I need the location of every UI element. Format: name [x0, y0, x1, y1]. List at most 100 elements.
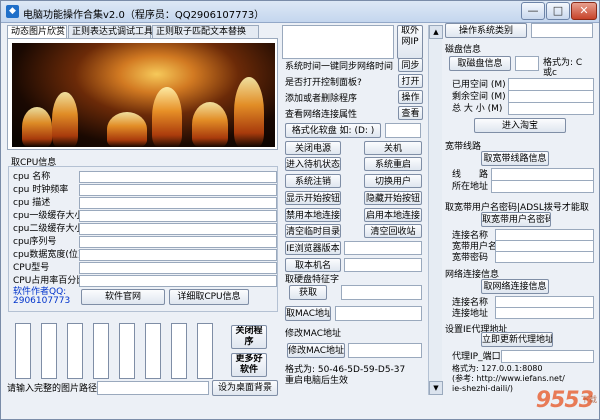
- hide-start-button[interactable]: 隐藏开始按钮: [364, 191, 422, 205]
- cpu-usage-field[interactable]: [79, 275, 277, 287]
- sync-time-text: 系统时间一键同步网络时间: [285, 62, 394, 72]
- free-space-label: 剩余空间 (M): [452, 92, 506, 102]
- cpu-model-field[interactable]: [79, 262, 277, 274]
- operate-button[interactable]: 操作: [398, 90, 423, 104]
- add-remove-text: 添加或者删除程序: [285, 94, 358, 104]
- thumbnail-box[interactable]: [197, 323, 213, 379]
- author-qq-number: 2906107773: [13, 296, 71, 306]
- cpu-l2-cache-label: cpu二级缓存大小: [13, 224, 84, 234]
- scroll-down-icon[interactable]: ▼: [429, 381, 443, 395]
- hostname-field[interactable]: [344, 258, 422, 272]
- disable-lan-button[interactable]: 禁用本地连接: [285, 208, 341, 222]
- hdd-get-button[interactable]: 获取: [289, 285, 327, 300]
- mac-group-title: 修改MAC地址: [285, 329, 342, 339]
- get-hostname-button[interactable]: 取本机名: [285, 258, 341, 272]
- line-label: 线 路: [452, 170, 489, 180]
- minimize-button[interactable]: —: [521, 2, 545, 20]
- used-space-label: 已用空间 (M): [452, 80, 506, 90]
- open-button[interactable]: 打开: [398, 74, 423, 88]
- detail-cpu-button[interactable]: 详细取CPU信息: [169, 289, 249, 305]
- tab-regex-replace[interactable]: 正则取子匹配文本替换: [152, 25, 259, 39]
- location-label: 所在地址: [452, 182, 489, 192]
- maximize-button[interactable]: □: [546, 2, 570, 20]
- os-type-field[interactable]: [531, 23, 593, 38]
- cpu-info-group: cpu 名称 cpu 时钟频率 cpu 描述 cpu一级缓存大小 cpu二级缓存…: [8, 166, 278, 312]
- more-software-button[interactable]: 更多好软件: [231, 353, 267, 377]
- standby-button[interactable]: 进入待机状态: [285, 157, 341, 171]
- cpu-serial-field[interactable]: [79, 236, 277, 248]
- ie-version-button[interactable]: IE浏览器版本: [285, 241, 341, 255]
- main-window: ◆ 电脑功能操作合集v2.0（程序员：QQ2906107773） — □ ✕ 动…: [0, 0, 600, 420]
- os-type-button[interactable]: 操作系统类别: [445, 23, 527, 38]
- disk-letter-input[interactable]: [515, 56, 539, 71]
- set-wallpaper-button[interactable]: 设为桌面背景: [212, 380, 278, 396]
- close-button[interactable]: ✕: [571, 2, 597, 20]
- broadband-account-button[interactable]: 取宽带用户名密码: [481, 212, 551, 227]
- cpu-clock-label: cpu 时钟频率: [13, 185, 69, 195]
- cpu-l2-cache-field[interactable]: [79, 223, 277, 235]
- taobao-button[interactable]: 进入淘宝: [474, 118, 566, 133]
- close-program-button[interactable]: 关闭程序: [231, 325, 267, 349]
- time-display-field[interactable]: [282, 25, 394, 59]
- cpu-desc-field[interactable]: [79, 197, 277, 209]
- power-off-button[interactable]: 关闭电源: [285, 141, 341, 155]
- location-field[interactable]: [491, 180, 594, 193]
- thumbnail-box[interactable]: [145, 323, 161, 379]
- show-start-button[interactable]: 显示开始按钮: [285, 191, 341, 205]
- official-site-button[interactable]: 软件官网: [81, 289, 165, 305]
- disk-group-title: 磁盘信息: [445, 45, 482, 55]
- cpu-serial-label: cpu序列号: [13, 237, 57, 247]
- hdd-group-title: 取硬盘特征字: [285, 275, 340, 285]
- broadband-info-button[interactable]: 取宽带线路信息: [481, 151, 549, 166]
- title-bar[interactable]: ◆ 电脑功能操作合集v2.0（程序员：QQ2906107773） — □ ✕: [1, 1, 599, 23]
- disk-info-button[interactable]: 取磁盘信息: [449, 56, 511, 71]
- ie-version-field[interactable]: [344, 241, 422, 255]
- switch-user-button[interactable]: 切换用户: [364, 174, 422, 188]
- mac-field[interactable]: [335, 306, 422, 321]
- cpu-name-label: cpu 名称: [13, 172, 51, 182]
- hdd-serial-field[interactable]: [341, 285, 422, 300]
- tab-dynamic-images[interactable]: 动态图片欣赏: [7, 25, 67, 39]
- proxy-ip-input[interactable]: [501, 350, 594, 363]
- drive-letter-input[interactable]: [385, 123, 421, 138]
- thumbnail-box[interactable]: [171, 323, 187, 379]
- broadband-pass-field[interactable]: [495, 251, 594, 263]
- total-space-field[interactable]: [508, 102, 594, 115]
- cpu-l1-cache-field[interactable]: [79, 210, 277, 222]
- new-mac-input[interactable]: [348, 343, 422, 358]
- cpu-name-field[interactable]: [79, 171, 277, 183]
- net-conn-addr-field[interactable]: [495, 307, 594, 319]
- cpu-model-label: CPU型号: [13, 263, 50, 273]
- thumbnail-box[interactable]: [119, 323, 135, 379]
- empty-recycle-button[interactable]: 清空回收站: [364, 224, 422, 238]
- shutdown-button[interactable]: 关机: [364, 141, 422, 155]
- tab-page: [7, 38, 278, 150]
- view-button[interactable]: 查看: [398, 106, 423, 120]
- image-path-input[interactable]: [97, 381, 209, 395]
- cpu-clock-field[interactable]: [79, 184, 277, 196]
- thumbnail-box[interactable]: [15, 323, 31, 379]
- watermark-sub: 下载: [581, 395, 597, 404]
- update-proxy-button[interactable]: 立即更新代理地址: [481, 332, 553, 347]
- modify-mac-button[interactable]: 修改MAC地址为: [287, 343, 345, 358]
- format-floppy-button[interactable]: 格式化软盘 如: (D: ): [285, 123, 381, 138]
- cpu-width-field[interactable]: [79, 249, 277, 261]
- scroll-up-icon[interactable]: ▲: [429, 25, 443, 39]
- cpu-width-label: cpu数据宽度(位): [13, 250, 82, 260]
- get-mac-button[interactable]: 取MAC地址: [285, 306, 331, 321]
- image-path-label: 请输入完整的图片路径: [7, 384, 98, 394]
- enable-lan-button[interactable]: 启用本地连接: [364, 208, 422, 222]
- network-info-button[interactable]: 取网络连接信息: [481, 279, 549, 294]
- thumbnail-box[interactable]: [67, 323, 83, 379]
- logoff-button[interactable]: 系统注销: [285, 174, 341, 188]
- tab-regex-debug[interactable]: 正则表达式调试工具: [68, 25, 153, 39]
- thumbnail-box[interactable]: [41, 323, 57, 379]
- thumbnail-box[interactable]: [93, 323, 109, 379]
- sync-button[interactable]: 同步: [398, 58, 423, 72]
- vertical-scrollbar[interactable]: ▲ ▼: [428, 25, 443, 395]
- restart-button[interactable]: 系统重启: [364, 157, 422, 171]
- cpu-desc-label: cpu 描述: [13, 198, 51, 208]
- broadband-group-title: 宽带线路: [445, 142, 482, 152]
- get-external-ip-button[interactable]: 取外网IP: [397, 25, 423, 59]
- clear-temp-button[interactable]: 清空临时目录: [285, 224, 341, 238]
